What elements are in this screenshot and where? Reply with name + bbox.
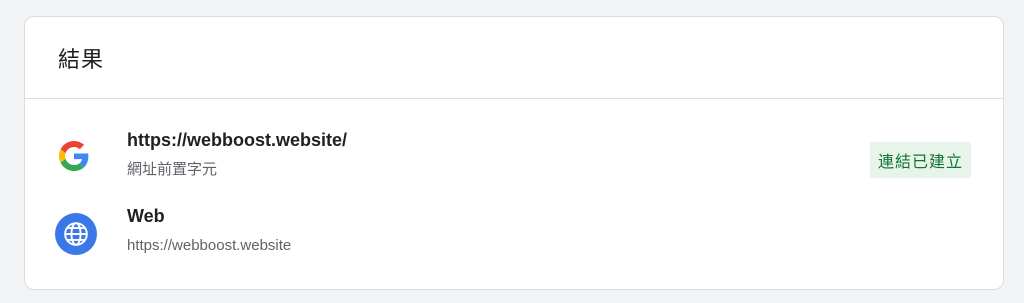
row-subtitle: 網址前置字元: [127, 161, 218, 178]
row-text: Web https://webboost.website: [127, 203, 291, 257]
google-icon: [53, 135, 95, 177]
result-row-web: Web https://webboost.website: [25, 203, 1003, 263]
row-title[interactable]: Web: [127, 203, 291, 229]
card-title: 結果: [58, 46, 105, 72]
row-title[interactable]: https://webboost.website/: [127, 127, 347, 153]
result-row-google: https://webboost.website/ 網址前置字元 連結已建立: [25, 127, 1003, 187]
row-text: https://webboost.website/ 網址前置字元: [127, 127, 347, 181]
status-badge: 連結已建立: [869, 142, 971, 178]
globe-icon-wrap: [55, 213, 97, 255]
globe-icon: [55, 213, 97, 255]
card-header: 結果: [25, 17, 1003, 99]
row-subtitle: https://webboost.website: [127, 237, 292, 254]
results-card: 結果 https://webboost.website/ 網址前置字元 連結已建…: [24, 16, 1004, 290]
